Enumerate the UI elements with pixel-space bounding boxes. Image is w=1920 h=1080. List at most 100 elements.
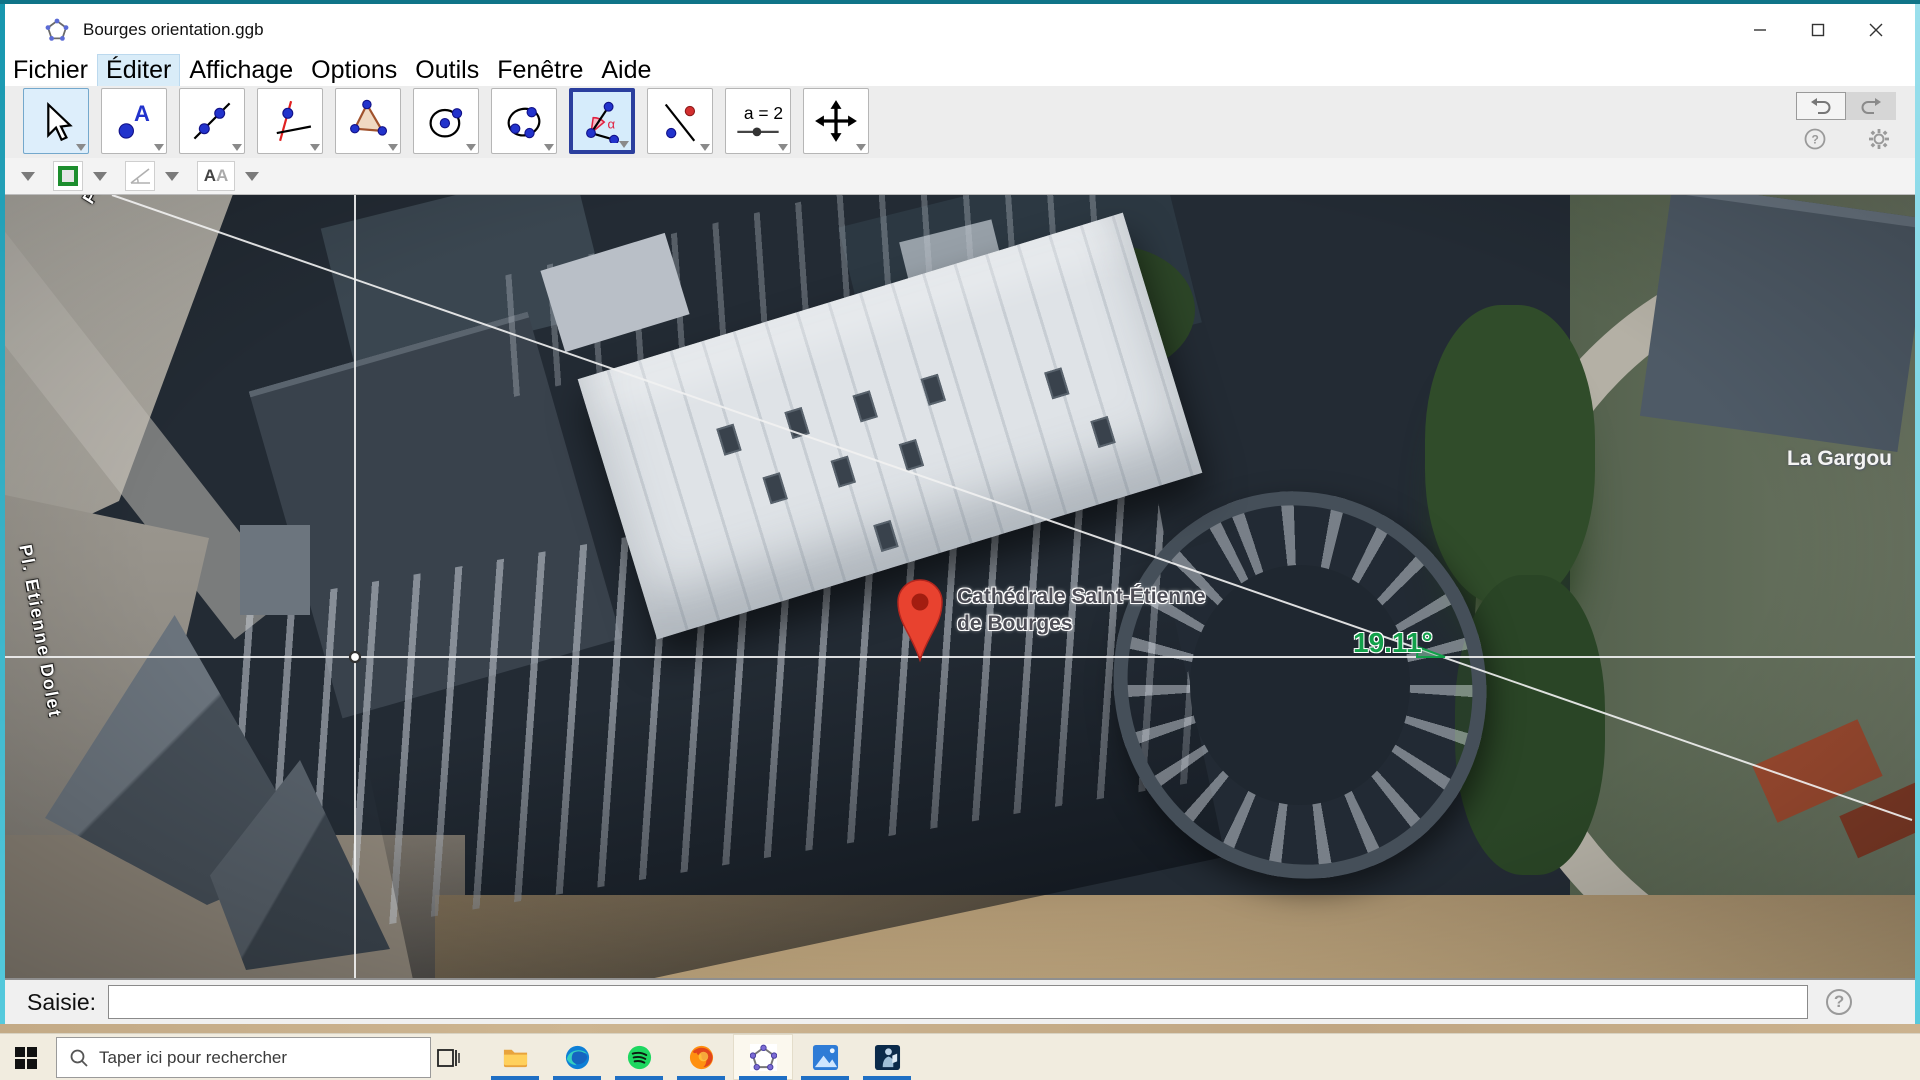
taskbar-app-spotify[interactable] — [609, 1034, 669, 1080]
maximize-button[interactable] — [1789, 10, 1847, 50]
taskbar-app-firefox[interactable] — [671, 1034, 731, 1080]
polygon-tool-button[interactable] — [335, 88, 401, 154]
color-dropdown-arrow[interactable] — [93, 172, 107, 181]
tool-dropdown-arrow[interactable] — [310, 144, 320, 151]
angle-style-dropdown-arrow[interactable] — [165, 172, 179, 181]
intersection-point[interactable] — [350, 652, 360, 662]
conic-through-points-icon — [502, 99, 546, 143]
firefox-icon — [688, 1044, 715, 1071]
tool-dropdown-arrow[interactable] — [700, 144, 710, 151]
taskbar-app-photos[interactable] — [795, 1034, 855, 1080]
tool-dropdown-arrow[interactable] — [619, 141, 629, 148]
minimize-icon — [1753, 23, 1767, 37]
task-view-button[interactable] — [436, 1046, 460, 1070]
color-swatch — [58, 166, 78, 186]
minimize-button[interactable] — [1731, 10, 1789, 50]
perpendicular-line-tool-button[interactable] — [257, 88, 323, 154]
geogebra-logo-icon — [45, 18, 69, 42]
start-button[interactable] — [14, 1046, 38, 1070]
conic-tool-button[interactable] — [491, 88, 557, 154]
input-label: Saisie: — [27, 989, 96, 1016]
undo-button[interactable] — [1796, 92, 1846, 120]
tool-dropdown-arrow[interactable] — [856, 144, 866, 151]
menu-editer[interactable]: Éditer — [98, 55, 179, 86]
geogebra-taskbar-icon — [750, 1044, 777, 1071]
running-indicator — [553, 1076, 601, 1080]
circle-icon — [424, 99, 468, 143]
tool-dropdown-arrow[interactable] — [778, 144, 788, 151]
move-tool-button[interactable] — [23, 88, 89, 154]
map-pin-hole — [912, 594, 929, 611]
maximize-icon — [1811, 23, 1825, 37]
taskbar-app-geogebra[interactable] — [733, 1034, 793, 1080]
undo-icon — [1809, 97, 1833, 115]
move-view-arrows-icon — [814, 99, 858, 143]
title-bar[interactable]: Bourges orientation.ggb — [5, 4, 1915, 55]
color-swatch-button[interactable] — [53, 161, 83, 191]
taskbar-app-file-explorer[interactable] — [485, 1034, 545, 1080]
pin-label-line1: Cathédrale Saint-Étienne — [957, 583, 1206, 610]
close-icon — [1869, 23, 1883, 37]
menu-options[interactable]: Options — [303, 55, 405, 86]
tool-dropdown-arrow[interactable] — [154, 144, 164, 151]
taskbar-app-kindle[interactable] — [857, 1034, 917, 1080]
slider-label: a = 2 — [744, 103, 783, 123]
point-icon: A — [112, 99, 156, 143]
help-settings-group: ? — [1796, 128, 1898, 150]
reflection-tool-button[interactable] — [647, 88, 713, 154]
menu-fichier[interactable]: Fichier — [5, 55, 96, 86]
alpha-glyph: α — [608, 117, 616, 132]
menu-fenetre[interactable]: Fenêtre — [489, 55, 591, 86]
algebra-input[interactable] — [108, 985, 1808, 1019]
pin-label-line2: de Bourges — [957, 610, 1206, 637]
tool-dropdown-arrow[interactable] — [76, 144, 86, 151]
graphics-view[interactable]: Pl. E Pl. Etienne Dolet La Gargou Cathéd… — [5, 195, 1915, 978]
text-style-button[interactable]: AA — [197, 161, 235, 191]
taskbar-search-box[interactable]: Taper ici pour rechercher — [56, 1037, 431, 1078]
running-indicator — [615, 1076, 663, 1080]
redo-button[interactable] — [1846, 92, 1896, 120]
redo-icon — [1859, 97, 1883, 115]
input-help-icon[interactable]: ? — [1826, 989, 1852, 1015]
circle-tool-button[interactable] — [413, 88, 479, 154]
angle-style-button[interactable] — [125, 161, 155, 191]
tool-dropdown-arrow[interactable] — [388, 144, 398, 151]
menu-aide[interactable]: Aide — [593, 55, 659, 86]
window-border-right — [1915, 4, 1920, 1024]
angle-value-label[interactable]: 19.11° — [1353, 627, 1433, 659]
taskbar: Taper ici pour rechercher — [0, 1033, 1920, 1080]
move-cursor-icon — [34, 99, 78, 143]
kindle-icon — [874, 1044, 901, 1071]
menu-affichage[interactable]: Affichage — [181, 55, 301, 86]
style-bar: AA — [5, 158, 1915, 195]
desktop-wallpaper-strip — [0, 1024, 1920, 1033]
slider-tool-button[interactable]: a = 2 — [725, 88, 791, 154]
tool-dropdown-arrow[interactable] — [466, 144, 476, 151]
text-style-label: AA — [204, 166, 229, 186]
menu-outils[interactable]: Outils — [407, 55, 487, 86]
angle-icon: α — [580, 99, 624, 143]
point-tool-button[interactable]: A — [101, 88, 167, 154]
running-indicator — [739, 1076, 787, 1080]
tool-dropdown-arrow[interactable] — [544, 144, 554, 151]
line-icon — [190, 99, 234, 143]
angle-tool-button[interactable]: α — [569, 88, 635, 154]
toolbar: A — [5, 86, 1915, 158]
text-style-dropdown-arrow[interactable] — [245, 172, 259, 181]
oblique-line[interactable] — [112, 195, 1912, 820]
tool-dropdown-arrow[interactable] — [232, 144, 242, 151]
window-title: Bourges orientation.ggb — [83, 20, 264, 40]
move-graphics-view-tool-button[interactable] — [803, 88, 869, 154]
stylebar-toggle-arrow[interactable] — [21, 172, 35, 181]
close-button[interactable] — [1847, 10, 1905, 50]
place-label-right: La Gargou — [1787, 447, 1892, 471]
help-icon[interactable]: ? — [1804, 128, 1826, 150]
map-pin-icon — [898, 580, 942, 660]
polygon-icon — [346, 99, 390, 143]
taskbar-app-edge[interactable] — [547, 1034, 607, 1080]
running-indicator — [491, 1076, 539, 1080]
input-bar: Saisie: ? — [5, 978, 1915, 1024]
angle-style-icon — [128, 164, 152, 188]
line-tool-button[interactable] — [179, 88, 245, 154]
gear-icon[interactable] — [1868, 128, 1890, 150]
